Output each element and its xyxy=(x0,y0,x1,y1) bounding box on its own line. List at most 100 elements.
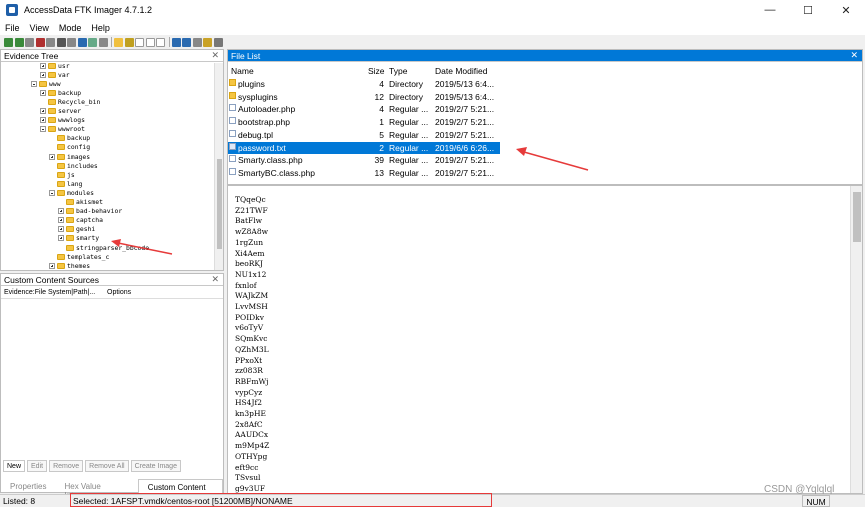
file-row[interactable]: debug.tpl 5 Regular ... 2019/2/7 5:21... xyxy=(228,129,500,142)
file-row[interactable]: SmartyBC.class.php 13 Regular ... 2019/2/7 … xyxy=(228,167,500,180)
tree-node[interactable]: usr xyxy=(40,63,70,70)
file-date-modified: 2019/2/7 5:21... xyxy=(435,129,495,140)
add-all-icon[interactable] xyxy=(14,37,24,47)
expand-toggle-icon[interactable] xyxy=(40,89,46,96)
tree-node[interactable]: modules xyxy=(49,188,94,197)
view-icon[interactable] xyxy=(135,37,144,47)
menu-help[interactable]: Help xyxy=(86,23,115,33)
tree-node[interactable]: geshi xyxy=(58,225,95,234)
expand-toggle-icon[interactable] xyxy=(40,71,46,78)
help-icon[interactable] xyxy=(203,37,212,47)
expand-toggle-icon[interactable] xyxy=(58,217,64,224)
create-image-button[interactable]: Create Image xyxy=(130,460,181,472)
remove-button[interactable]: Remove xyxy=(49,460,84,472)
remove-evidence-icon[interactable] xyxy=(35,37,45,47)
tree-node[interactable]: js xyxy=(49,170,75,179)
tree-node[interactable]: stringparser_bbcode xyxy=(58,243,149,252)
menu-view[interactable]: View xyxy=(25,23,54,33)
file-icon xyxy=(229,117,236,125)
tree-node[interactable]: server xyxy=(40,107,81,116)
image-mounting-icon[interactable] xyxy=(25,37,34,47)
folder-icon[interactable] xyxy=(114,37,123,47)
tree-node[interactable]: wwwlogs xyxy=(40,116,85,125)
tree-node[interactable]: templates_c xyxy=(49,252,109,261)
tree-node[interactable]: var xyxy=(40,70,70,79)
hex-view-icon[interactable] xyxy=(171,37,181,47)
close-icon[interactable]: ✕ xyxy=(850,50,858,61)
tree-node[interactable]: akismet xyxy=(58,198,103,207)
tree-node[interactable]: www xyxy=(31,79,61,88)
tree-node[interactable]: Recycle_bin xyxy=(40,97,100,106)
search-icon[interactable] xyxy=(124,37,134,47)
expand-toggle-icon[interactable] xyxy=(49,262,55,269)
tree-node[interactable]: themes xyxy=(49,261,90,270)
view-icon[interactable] xyxy=(156,37,165,47)
column-type[interactable]: Type xyxy=(389,66,407,76)
expand-toggle-icon[interactable] xyxy=(58,235,64,242)
folder-icon xyxy=(48,98,56,105)
menu-mode[interactable]: Mode xyxy=(54,23,87,33)
tree-node[interactable]: wwwroot xyxy=(40,125,85,134)
file-icon xyxy=(229,155,236,163)
expand-toggle-icon[interactable] xyxy=(40,108,46,114)
view-icon[interactable] xyxy=(145,37,155,47)
capture-memory-icon[interactable] xyxy=(77,37,87,47)
column-options[interactable]: Options xyxy=(107,289,131,296)
column-date-modified[interactable]: Date Modified xyxy=(435,66,487,76)
folder-icon xyxy=(66,199,74,205)
tree-node[interactable]: includes xyxy=(49,161,98,170)
create-image-icon[interactable] xyxy=(56,37,66,47)
tree-node[interactable]: images xyxy=(49,152,90,161)
text-line: vypCyz xyxy=(235,387,263,397)
tree-scrollbar[interactable] xyxy=(214,63,223,270)
obtain-files-icon[interactable] xyxy=(88,37,97,47)
expand-toggle-icon[interactable] xyxy=(49,153,55,160)
expand-toggle-icon[interactable] xyxy=(58,226,64,233)
tree-node[interactable]: config xyxy=(49,143,90,152)
tab-properties[interactable]: Properties xyxy=(1,479,55,493)
column-evidence[interactable]: Evidence:File System|Path|... xyxy=(4,289,95,296)
tree-node[interactable]: captcha xyxy=(58,216,103,225)
close-icon[interactable]: ✕ xyxy=(211,274,219,285)
file-list-title-text: File List xyxy=(231,50,261,61)
menu-file[interactable]: File xyxy=(0,23,25,33)
close-window-button[interactable]: ✕ xyxy=(827,0,865,20)
new-button[interactable]: New xyxy=(3,460,26,472)
tab-custom-content[interactable]: Custom Content ... xyxy=(137,479,223,501)
text-line: m9Mp4Z xyxy=(235,441,270,451)
tree-node[interactable]: smarty xyxy=(58,234,99,243)
tab-hex-value-interpreter[interactable]: Hex Value Interp... xyxy=(55,479,137,500)
file-row[interactable]: Autoloader.php 4 Regular ... 2019/2/7 5:21.… xyxy=(228,103,500,116)
viewer-scrollbar[interactable] xyxy=(850,186,862,493)
expand-toggle-icon[interactable] xyxy=(40,117,46,124)
expand-toggle-icon[interactable] xyxy=(40,126,46,133)
close-icon[interactable]: ✕ xyxy=(211,50,219,61)
file-row[interactable]: plugins 4 Directory 2019/5/13 6:4... xyxy=(228,78,500,91)
file-row[interactable]: sysplugins 12 Directory 2019/5/13 6:4... xyxy=(228,91,500,104)
add-evidence-icon[interactable] xyxy=(4,37,13,47)
minimize-button[interactable]: — xyxy=(751,0,789,20)
column-size[interactable]: Size xyxy=(368,66,385,76)
file-row[interactable]: password.txt 2 Regular ... 2019/6/6 6:26... xyxy=(228,141,500,154)
text-view-icon[interactable] xyxy=(182,37,191,47)
detect-encryption-icon[interactable] xyxy=(98,37,108,47)
edit-button[interactable]: Edit xyxy=(27,460,48,472)
dropdown-icon[interactable] xyxy=(213,37,223,47)
export-icon[interactable] xyxy=(67,37,76,47)
auto-view-icon[interactable] xyxy=(192,37,202,47)
file-row[interactable]: Smarty.class.php 39 Regular ... 2019/2/7 5:… xyxy=(228,154,500,167)
tree-node[interactable]: backup xyxy=(40,88,81,97)
remove-all-button[interactable]: Remove All xyxy=(85,460,129,472)
file-list-pane: File List ✕ Name Size Type Date Modified… xyxy=(227,49,863,185)
expand-toggle-icon[interactable] xyxy=(49,189,55,196)
remove-all-icon[interactable] xyxy=(46,37,55,47)
tree-node[interactable]: lang xyxy=(49,179,82,188)
file-row[interactable]: bootstrap.php 1 Regular ... 2019/2/7 5:21..… xyxy=(228,116,500,129)
tree-node[interactable]: backup xyxy=(49,134,90,143)
maximize-button[interactable]: ☐ xyxy=(789,0,827,20)
tree-node[interactable]: bad-behavior xyxy=(58,207,122,216)
column-name[interactable]: Name xyxy=(231,66,254,76)
expand-toggle-icon[interactable] xyxy=(58,208,64,215)
expand-toggle-icon[interactable] xyxy=(40,63,46,69)
expand-toggle-icon[interactable] xyxy=(31,80,37,87)
